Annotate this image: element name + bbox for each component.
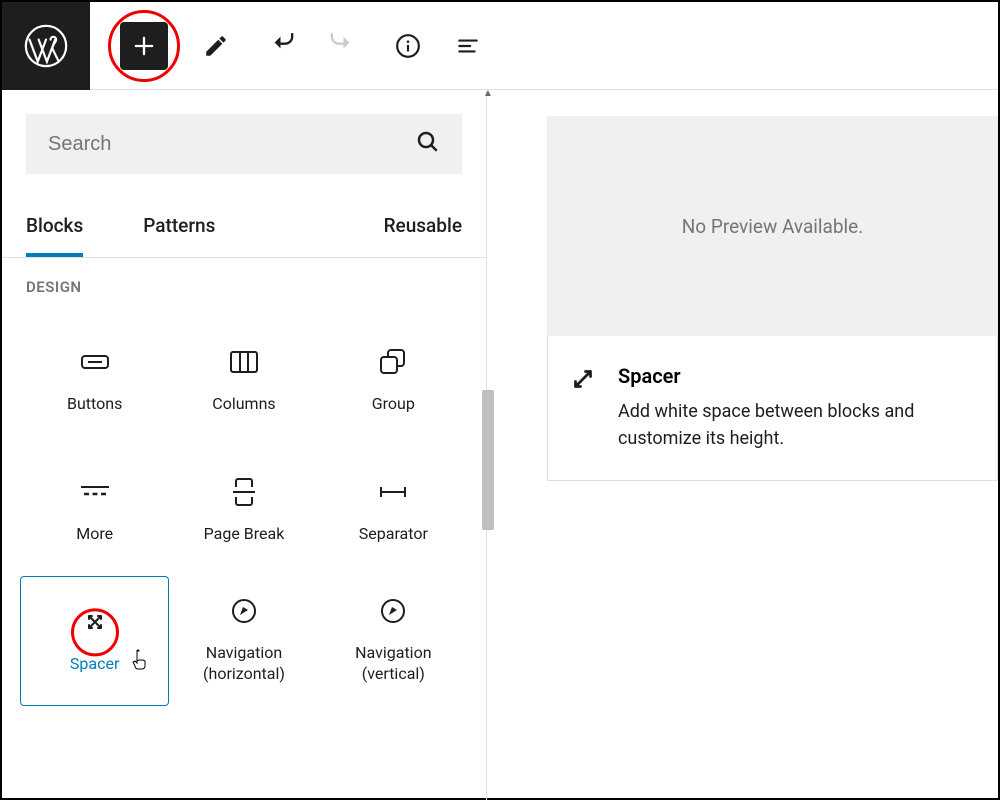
undo-button[interactable]	[260, 22, 308, 70]
add-block-button[interactable]	[120, 22, 168, 70]
block-label: Columns	[212, 394, 275, 415]
block-navigation-vertical[interactable]: Navigation (vertical)	[319, 576, 468, 706]
edit-button[interactable]	[192, 22, 240, 70]
block-label: Group	[372, 394, 415, 415]
blocks-grid: Buttons Columns Group More Page Break Se	[2, 306, 486, 716]
block-label: Buttons	[67, 394, 122, 415]
block-label: Page Break	[204, 524, 285, 545]
preview-placeholder: No Preview Available.	[547, 116, 998, 336]
block-label: Spacer	[70, 654, 119, 675]
block-label: Separator	[359, 524, 428, 545]
block-label: Navigation (horizontal)	[178, 643, 309, 685]
separator-icon	[379, 478, 407, 506]
preview-info: Spacer Add white space between blocks an…	[547, 336, 998, 481]
search-box	[26, 114, 462, 174]
block-label: Navigation (vertical)	[328, 643, 459, 685]
tab-patterns[interactable]: Patterns	[143, 198, 215, 257]
search-icon	[416, 130, 440, 158]
page-break-icon	[230, 478, 258, 506]
block-separator[interactable]: Separator	[319, 446, 468, 576]
block-navigation-horizontal[interactable]: Navigation (horizontal)	[169, 576, 318, 706]
block-more[interactable]: More	[20, 446, 169, 576]
columns-icon	[230, 348, 258, 376]
preview-title: Spacer	[618, 364, 977, 388]
block-buttons[interactable]: Buttons	[20, 316, 169, 446]
cursor-icon	[131, 649, 149, 671]
list-view-button[interactable]	[444, 22, 492, 70]
block-columns[interactable]: Columns	[169, 316, 318, 446]
info-button[interactable]	[384, 22, 432, 70]
more-icon	[81, 478, 109, 506]
main-area: ▲ Blocks Patterns Reusable DESIGN Button…	[2, 90, 998, 800]
group-icon	[379, 348, 407, 376]
inserter-tabs: Blocks Patterns Reusable	[2, 198, 486, 258]
tab-reusable[interactable]: Reusable	[384, 198, 462, 257]
block-spacer[interactable]: Spacer	[20, 576, 169, 706]
preview-description: Add white space between blocks and custo…	[618, 398, 977, 452]
block-inserter-panel: ▲ Blocks Patterns Reusable DESIGN Button…	[2, 90, 487, 800]
tab-blocks[interactable]: Blocks	[26, 198, 83, 257]
block-page-break[interactable]: Page Break	[169, 446, 318, 576]
block-label: More	[76, 524, 113, 545]
editor-toolbar	[2, 2, 998, 90]
redo-button[interactable]	[316, 22, 364, 70]
compass-icon	[379, 597, 407, 625]
block-group[interactable]: Group	[319, 316, 468, 446]
spacer-icon	[568, 364, 598, 398]
section-title: DESIGN	[2, 258, 486, 306]
block-preview-panel: No Preview Available. Spacer Add white s…	[487, 90, 998, 800]
search-input[interactable]	[48, 133, 416, 156]
scrollbar[interactable]: ▲	[478, 90, 494, 800]
buttons-icon	[81, 348, 109, 376]
compass-icon	[230, 597, 258, 625]
scrollbar-thumb[interactable]	[482, 390, 494, 530]
wordpress-logo[interactable]	[2, 2, 90, 90]
spacer-icon	[81, 608, 109, 636]
scroll-up-arrow[interactable]: ▲	[483, 88, 493, 99]
